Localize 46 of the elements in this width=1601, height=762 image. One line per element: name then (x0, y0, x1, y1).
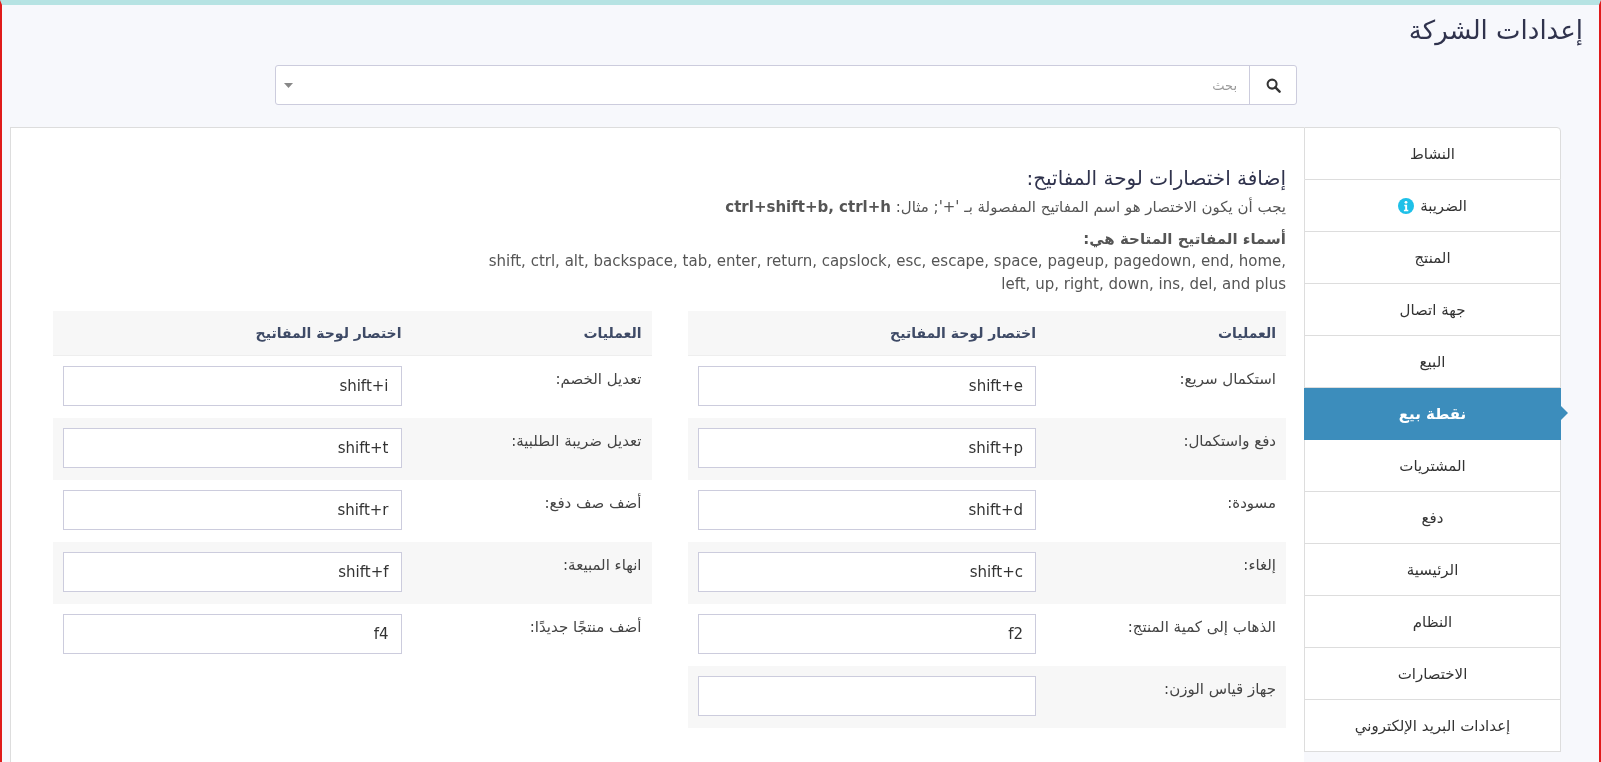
caret-icon[interactable] (284, 82, 293, 88)
shortcut-field[interactable]: shift+i (63, 366, 402, 406)
operation-label: انهاء المبيعة: (563, 555, 642, 574)
shortcut-field[interactable]: shift+e (697, 366, 1036, 406)
column-header: اختصار لوحة المفاتيح (255, 325, 402, 341)
section-heading: إضافة اختصارات لوحة المفاتيح: (1025, 166, 1286, 190)
column-header: العمليات (583, 325, 642, 341)
shortcut-field[interactable] (697, 675, 1036, 716)
operation-label: مسودة: (1227, 493, 1276, 512)
search-field[interactable]: بحث (293, 77, 1249, 93)
sidebar-item[interactable]: المنتج (1304, 232, 1561, 284)
column-header: اختصار لوحة المفاتيح (890, 325, 1036, 341)
operation-label: أضف صف دفع: (544, 493, 642, 512)
pointer-icon (1560, 405, 1568, 421)
sidebar-item[interactable]: الضريبة (1304, 180, 1561, 232)
operation-label: تعديل ضريبة الطلبية: (511, 431, 642, 450)
shortcut-field[interactable]: shift+f (63, 551, 402, 592)
keys-heading: أسماء المفاتيح المتاحة هي: (1082, 230, 1286, 248)
sidebar-item[interactable]: النشاط (1304, 127, 1561, 180)
operation-label: الذهاب إلى كمية المنتج: (1127, 617, 1276, 636)
shortcut-field[interactable]: shift+c (697, 551, 1036, 592)
column-header: العمليات (1217, 325, 1276, 341)
page-title: إعدادات الشركة (1408, 15, 1583, 45)
sidebar-item[interactable]: النظام (1304, 596, 1561, 648)
shortcut-field[interactable]: shift+r (63, 489, 402, 530)
shortcut-field[interactable]: shift+p (697, 427, 1036, 468)
sidebar-item[interactable]: المشتريات (1304, 440, 1561, 492)
operation-label: جهاز قياس الوزن: (1164, 679, 1276, 698)
shortcut-field[interactable]: shift+t (63, 427, 402, 468)
operation-label: استكمال سريع: (1179, 370, 1276, 388)
sidebar-item[interactable]: دفع (1304, 492, 1561, 544)
operation-label: تعديل الخصم: (555, 370, 642, 388)
sidebar-item[interactable]: إعدادات البريد الإلكتروني (1304, 700, 1561, 752)
search-icon (1265, 77, 1281, 93)
shortcut-field[interactable]: shift+d (697, 489, 1036, 530)
shortcut-field[interactable]: f2 (697, 613, 1036, 654)
keys-list: shift, ctrl, alt, backspace, tab, enter, return, capslock, esc, escape, space, pageup, pagedown, end, home, left, up, right, down, ins, del, and plus (486, 250, 1286, 295)
sidebar-item[interactable]: جهة اتصال (1304, 284, 1561, 336)
operation-label: أضف منتجًا جديدًا: (529, 617, 642, 636)
sidebar-item[interactable]: الاختصارات (1304, 648, 1561, 700)
shortcut-field[interactable]: f4 (63, 613, 402, 654)
operation-label: إلغاء: (1243, 555, 1276, 574)
operation-label: دفع واستكمال: (1183, 431, 1276, 450)
sidebar-item[interactable]: الرئيسية (1304, 544, 1561, 596)
sidebar-item[interactable]: البيع (1304, 336, 1561, 388)
search-bar[interactable]: بحث (275, 65, 1297, 105)
